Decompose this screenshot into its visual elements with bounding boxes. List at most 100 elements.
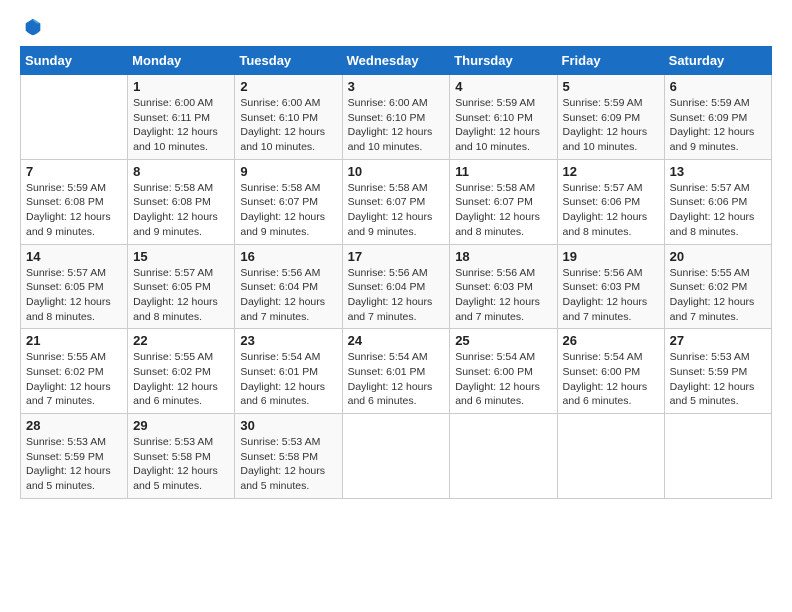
day-info: Sunrise: 5:54 AMSunset: 6:00 PMDaylight:… xyxy=(563,350,659,409)
calendar-cell: 27 Sunrise: 5:53 AMSunset: 5:59 PMDayligh… xyxy=(664,329,771,414)
day-info: Sunrise: 5:58 AMSunset: 6:07 PMDaylight:… xyxy=(455,181,551,240)
calendar-cell: 20 Sunrise: 5:55 AMSunset: 6:02 PMDayligh… xyxy=(664,244,771,329)
logo-icon xyxy=(22,16,44,38)
day-number: 3 xyxy=(348,79,445,94)
day-info: Sunrise: 6:00 AMSunset: 6:11 PMDaylight:… xyxy=(133,96,229,155)
day-number: 30 xyxy=(240,418,336,433)
calendar-cell: 3 Sunrise: 6:00 AMSunset: 6:10 PMDaylight… xyxy=(342,75,450,160)
calendar-cell: 26 Sunrise: 5:54 AMSunset: 6:00 PMDayligh… xyxy=(557,329,664,414)
day-info: Sunrise: 5:57 AMSunset: 6:05 PMDaylight:… xyxy=(26,266,122,325)
calendar-week-5: 28 Sunrise: 5:53 AMSunset: 5:59 PMDayligh… xyxy=(21,414,772,499)
calendar-cell xyxy=(557,414,664,499)
day-number: 7 xyxy=(26,164,122,179)
calendar-cell: 30 Sunrise: 5:53 AMSunset: 5:58 PMDayligh… xyxy=(235,414,342,499)
day-info: Sunrise: 6:00 AMSunset: 6:10 PMDaylight:… xyxy=(348,96,445,155)
column-header-wednesday: Wednesday xyxy=(342,47,450,75)
calendar-week-1: 1 Sunrise: 6:00 AMSunset: 6:11 PMDaylight… xyxy=(21,75,772,160)
calendar-header-row: SundayMondayTuesdayWednesdayThursdayFrid… xyxy=(21,47,772,75)
day-info: Sunrise: 5:56 AMSunset: 6:03 PMDaylight:… xyxy=(563,266,659,325)
day-info: Sunrise: 5:53 AMSunset: 5:59 PMDaylight:… xyxy=(26,435,122,494)
column-header-sunday: Sunday xyxy=(21,47,128,75)
day-number: 14 xyxy=(26,249,122,264)
calendar-cell xyxy=(342,414,450,499)
calendar-cell: 19 Sunrise: 5:56 AMSunset: 6:03 PMDayligh… xyxy=(557,244,664,329)
day-number: 15 xyxy=(133,249,229,264)
day-number: 23 xyxy=(240,333,336,348)
calendar-cell xyxy=(450,414,557,499)
day-info: Sunrise: 5:59 AMSunset: 6:09 PMDaylight:… xyxy=(563,96,659,155)
day-number: 8 xyxy=(133,164,229,179)
calendar-cell: 17 Sunrise: 5:56 AMSunset: 6:04 PMDayligh… xyxy=(342,244,450,329)
calendar-cell: 28 Sunrise: 5:53 AMSunset: 5:59 PMDayligh… xyxy=(21,414,128,499)
day-info: Sunrise: 5:57 AMSunset: 6:06 PMDaylight:… xyxy=(670,181,766,240)
day-number: 1 xyxy=(133,79,229,94)
day-info: Sunrise: 5:54 AMSunset: 6:01 PMDaylight:… xyxy=(348,350,445,409)
day-info: Sunrise: 5:58 AMSunset: 6:07 PMDaylight:… xyxy=(348,181,445,240)
day-info: Sunrise: 5:57 AMSunset: 6:05 PMDaylight:… xyxy=(133,266,229,325)
day-number: 26 xyxy=(563,333,659,348)
day-info: Sunrise: 5:59 AMSunset: 6:09 PMDaylight:… xyxy=(670,96,766,155)
calendar-week-2: 7Sunrise: 5:59 AMSunset: 6:08 PMDaylight… xyxy=(21,159,772,244)
day-number: 6 xyxy=(670,79,766,94)
calendar-cell: 2 Sunrise: 6:00 AMSunset: 6:10 PMDaylight… xyxy=(235,75,342,160)
calendar-cell: 22Sunrise: 5:55 AMSunset: 6:02 PMDayligh… xyxy=(128,329,235,414)
day-number: 16 xyxy=(240,249,336,264)
day-number: 9 xyxy=(240,164,336,179)
calendar-cell xyxy=(664,414,771,499)
day-info: Sunrise: 5:58 AMSunset: 6:07 PMDaylight:… xyxy=(240,181,336,240)
day-info: Sunrise: 5:53 AMSunset: 5:59 PMDaylight:… xyxy=(670,350,766,409)
day-info: Sunrise: 5:58 AMSunset: 6:08 PMDaylight:… xyxy=(133,181,229,240)
day-info: Sunrise: 5:53 AMSunset: 5:58 PMDaylight:… xyxy=(133,435,229,494)
day-number: 10 xyxy=(348,164,445,179)
day-number: 24 xyxy=(348,333,445,348)
day-number: 21 xyxy=(26,333,122,348)
calendar-table: SundayMondayTuesdayWednesdayThursdayFrid… xyxy=(20,46,772,499)
day-number: 29 xyxy=(133,418,229,433)
day-number: 19 xyxy=(563,249,659,264)
calendar-cell: 23 Sunrise: 5:54 AMSunset: 6:01 PMDayligh… xyxy=(235,329,342,414)
day-number: 5 xyxy=(563,79,659,94)
day-info: Sunrise: 5:53 AMSunset: 5:58 PMDaylight:… xyxy=(240,435,336,494)
day-number: 17 xyxy=(348,249,445,264)
column-header-monday: Monday xyxy=(128,47,235,75)
day-number: 11 xyxy=(455,164,551,179)
day-number: 4 xyxy=(455,79,551,94)
calendar-cell: 7Sunrise: 5:59 AMSunset: 6:08 PMDaylight… xyxy=(21,159,128,244)
day-info: Sunrise: 5:55 AMSunset: 6:02 PMDaylight:… xyxy=(133,350,229,409)
calendar-cell: 8 Sunrise: 5:58 AMSunset: 6:08 PMDaylight… xyxy=(128,159,235,244)
day-number: 20 xyxy=(670,249,766,264)
calendar-cell: 21Sunrise: 5:55 AMSunset: 6:02 PMDayligh… xyxy=(21,329,128,414)
calendar-cell: 15 Sunrise: 5:57 AMSunset: 6:05 PMDayligh… xyxy=(128,244,235,329)
column-header-friday: Friday xyxy=(557,47,664,75)
calendar-cell: 10 Sunrise: 5:58 AMSunset: 6:07 PMDayligh… xyxy=(342,159,450,244)
calendar-cell: 5 Sunrise: 5:59 AMSunset: 6:09 PMDaylight… xyxy=(557,75,664,160)
day-info: Sunrise: 5:57 AMSunset: 6:06 PMDaylight:… xyxy=(563,181,659,240)
day-info: Sunrise: 5:56 AMSunset: 6:04 PMDaylight:… xyxy=(348,266,445,325)
day-info: Sunrise: 5:54 AMSunset: 6:01 PMDaylight:… xyxy=(240,350,336,409)
column-header-thursday: Thursday xyxy=(450,47,557,75)
calendar-cell: 1 Sunrise: 6:00 AMSunset: 6:11 PMDaylight… xyxy=(128,75,235,160)
calendar-cell: 24 Sunrise: 5:54 AMSunset: 6:01 PMDayligh… xyxy=(342,329,450,414)
day-number: 27 xyxy=(670,333,766,348)
day-info: Sunrise: 6:00 AMSunset: 6:10 PMDaylight:… xyxy=(240,96,336,155)
calendar-week-4: 21 Sunrise: 5:55 AMSunset: 6:02 PMDayligh… xyxy=(21,329,772,414)
calendar-cell: 14 Sunrise: 5:57 AMSunset: 6:05 PMDayligh… xyxy=(21,244,128,329)
day-number: 28 xyxy=(26,418,122,433)
calendar-cell: 9 Sunrise: 5:58 AMSunset: 6:07 PMDaylight… xyxy=(235,159,342,244)
day-number: 12 xyxy=(563,164,659,179)
calendar-cell xyxy=(21,75,128,160)
calendar-cell: 6 Sunrise: 5:59 AMSunset: 6:09 PMDaylight… xyxy=(664,75,771,160)
calendar-cell: 18Sunrise: 5:56 AMSunset: 6:03 PMDayligh… xyxy=(450,244,557,329)
day-info: Sunrise: 5:55 AMSunset: 6:02 PMDaylight:… xyxy=(670,266,766,325)
calendar-cell: 12 Sunrise: 5:57 AMSunset: 6:06 PMDayligh… xyxy=(557,159,664,244)
calendar-cell: 16 Sunrise: 5:56 AMSunset: 6:04 PMDayligh… xyxy=(235,244,342,329)
calendar-cell: 25Sunrise: 5:54 AMSunset: 6:00 PMDayligh… xyxy=(450,329,557,414)
day-number: 2 xyxy=(240,79,336,94)
column-header-tuesday: Tuesday xyxy=(235,47,342,75)
day-number: 18 xyxy=(455,249,551,264)
day-info: Sunrise: 5:56 AMSunset: 6:04 PMDaylight:… xyxy=(240,266,336,325)
logo xyxy=(20,16,44,38)
day-info: Sunrise: 5:54 AMSunset: 6:00 PMDaylight:… xyxy=(455,350,551,409)
column-header-saturday: Saturday xyxy=(664,47,771,75)
day-number: 13 xyxy=(670,164,766,179)
